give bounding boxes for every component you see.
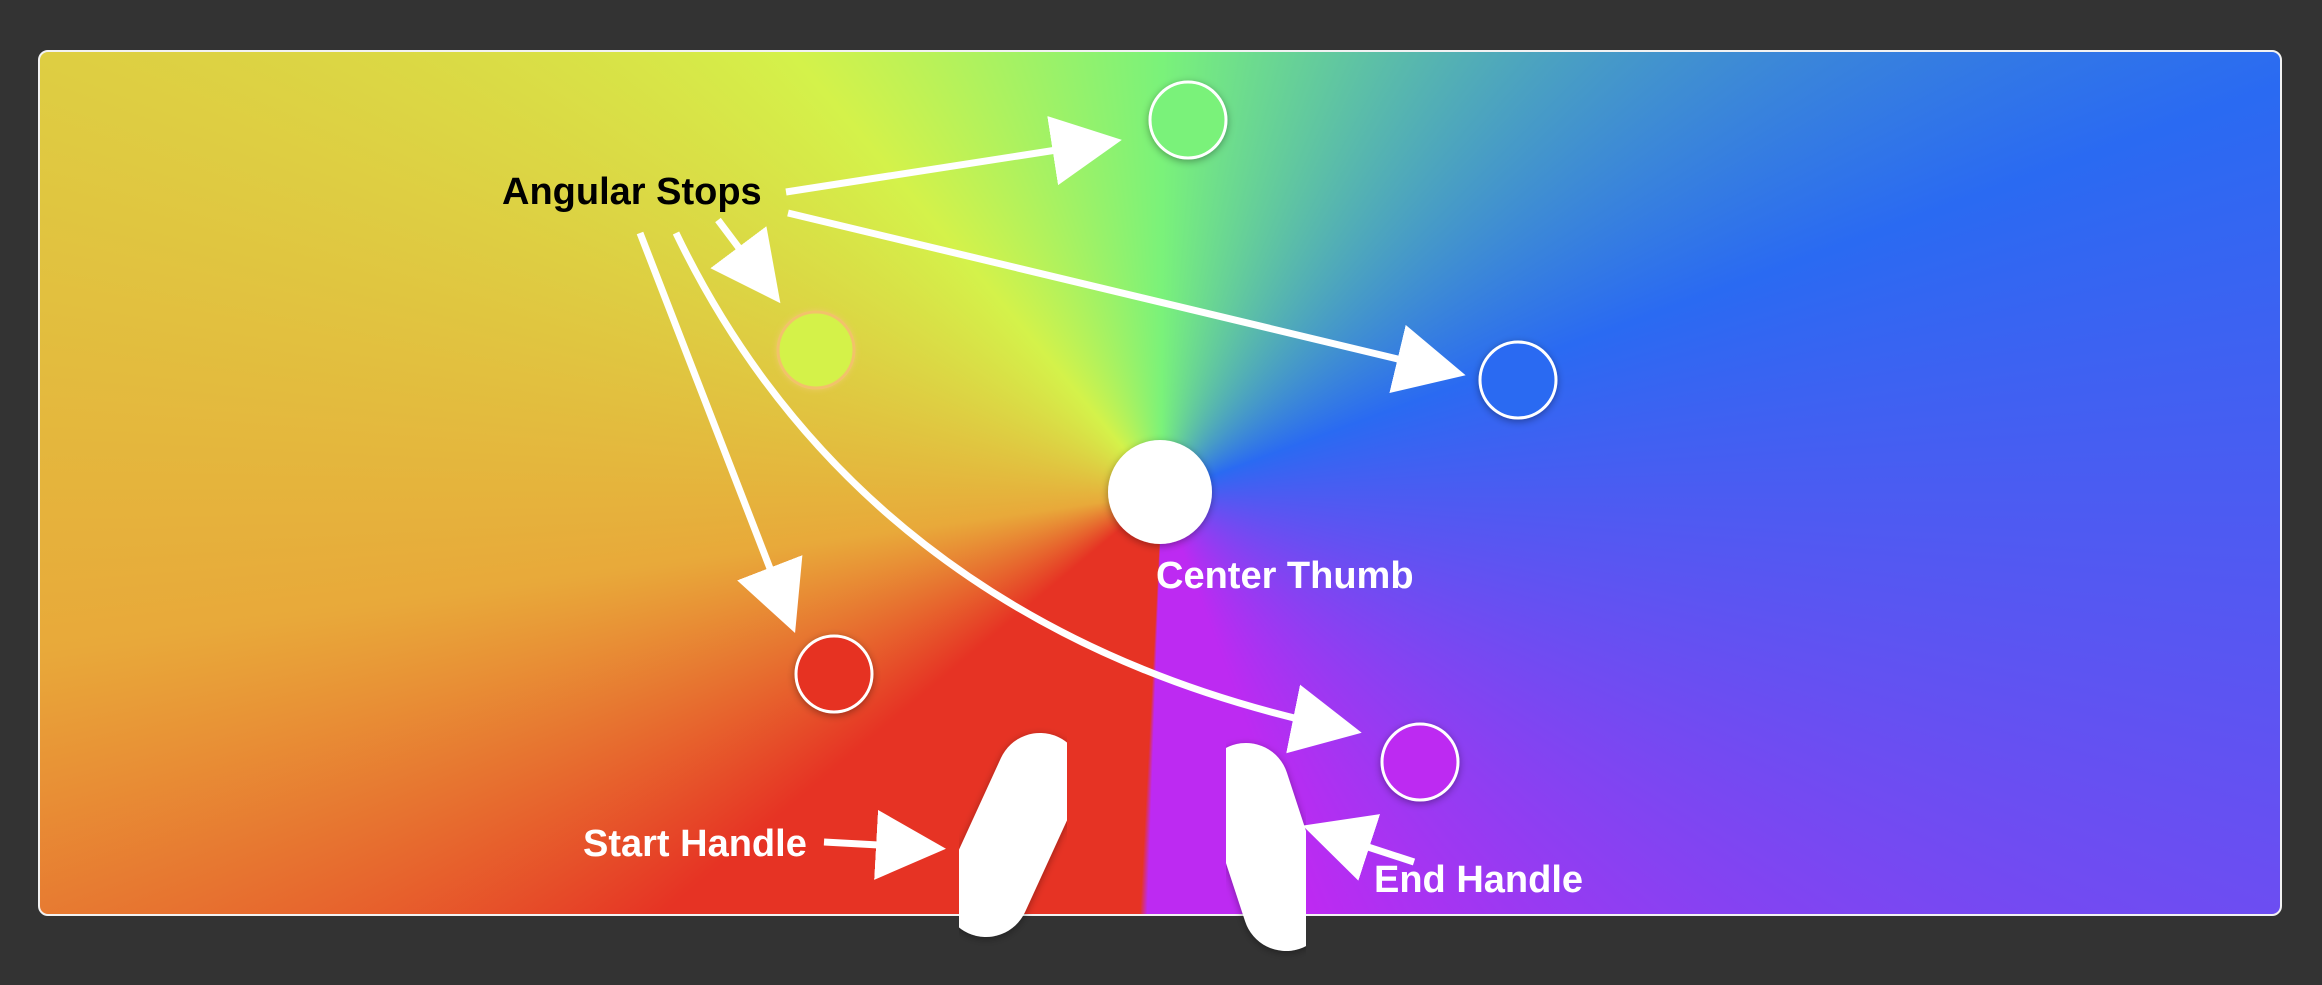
end-handle-label: End Handle xyxy=(1374,859,1583,901)
arrow-to-yellow-stop xyxy=(710,217,781,304)
center-thumb-label: Center Thumb xyxy=(1156,555,1414,597)
angular-stops-label: Angular Stops xyxy=(502,171,762,213)
angular-stop-green[interactable] xyxy=(1148,80,1228,160)
arrow-to-start-handle xyxy=(823,809,946,880)
annotation-overlay: Angular Stops Center Thumb Start Handle … xyxy=(502,80,1583,951)
start-handle[interactable] xyxy=(943,733,1083,937)
arrow-to-blue-stop xyxy=(787,209,1466,393)
angular-stop-yellow[interactable] xyxy=(776,310,856,390)
arrow-to-end-handle xyxy=(1302,814,1416,881)
start-handle-label: Start Handle xyxy=(583,823,807,865)
angular-stop-arrows xyxy=(636,116,1466,754)
arrow-to-purple-stop xyxy=(672,231,1362,754)
handle-arrows xyxy=(823,809,1416,881)
angular-stop-blue[interactable] xyxy=(1478,340,1558,420)
canvas: Angular Stops Center Thumb Start Handle … xyxy=(0,0,2322,985)
center-thumb[interactable] xyxy=(1108,440,1212,544)
angular-stop-red[interactable] xyxy=(794,634,874,714)
angular-stop-purple[interactable] xyxy=(1380,722,1460,802)
end-handle[interactable] xyxy=(1203,743,1329,951)
arrow-to-green-stop xyxy=(785,116,1122,196)
